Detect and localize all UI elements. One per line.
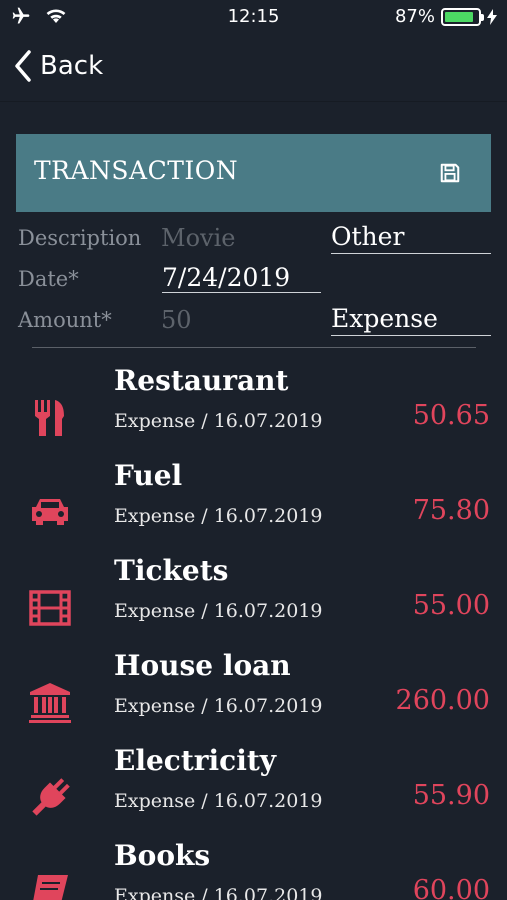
transaction-amount: 260.00 xyxy=(395,685,490,716)
amount-label: Amount* xyxy=(18,308,112,332)
amount-input[interactable]: 50 xyxy=(161,306,192,334)
description-label: Description xyxy=(18,226,142,250)
type-select[interactable]: Expense xyxy=(331,304,491,336)
transaction-meta: Expense / 16.07.2019 xyxy=(114,695,323,717)
film-icon xyxy=(29,590,71,626)
page-title: TRANSACTION xyxy=(34,156,239,185)
transaction-amount: 55.00 xyxy=(412,590,490,621)
restaurant-icon xyxy=(35,400,64,436)
back-label: Back xyxy=(40,51,104,81)
date-label: Date* xyxy=(18,267,79,291)
status-bar: 12:15 87% xyxy=(0,0,507,36)
nav-bar: Back xyxy=(0,36,507,102)
transaction-amount: 55.90 xyxy=(412,780,490,811)
transaction-meta: Expense / 16.07.2019 xyxy=(114,410,323,432)
amount-row: Amount* 50 Expense xyxy=(16,304,491,345)
battery-icon xyxy=(441,7,484,26)
plug-icon xyxy=(32,778,70,816)
date-input[interactable]: 7/24/2019 xyxy=(162,263,321,293)
status-right: 87% xyxy=(395,6,497,27)
category-select[interactable]: Other xyxy=(331,222,491,254)
transaction-meta: Expense / 16.07.2019 xyxy=(114,505,323,527)
list-item[interactable]: Electricity Expense / 16.07.2019 55.90 xyxy=(0,744,507,839)
transaction-meta: Expense / 16.07.2019 xyxy=(114,790,323,812)
transaction-name: Tickets xyxy=(114,554,229,587)
bank-icon xyxy=(29,683,71,723)
transaction-name: Books xyxy=(114,839,211,872)
form-divider xyxy=(32,347,476,348)
book-icon xyxy=(33,875,68,900)
battery-percent: 87% xyxy=(394,6,435,27)
chevron-left-icon xyxy=(15,50,31,82)
transaction-meta: Expense / 16.07.2019 xyxy=(114,600,323,622)
list-item[interactable]: Fuel Expense / 16.07.2019 75.80 xyxy=(0,459,507,554)
description-row: Description Movie Other xyxy=(16,222,491,263)
list-item[interactable]: House loan Expense / 16.07.2019 260.00 xyxy=(0,649,507,744)
back-button[interactable]: Back xyxy=(14,50,103,82)
transaction-meta: Expense / 16.07.2019 xyxy=(114,885,323,900)
list-item[interactable]: Restaurant Expense / 16.07.2019 50.65 xyxy=(0,364,507,459)
transaction-name: Restaurant xyxy=(114,364,289,397)
transaction-name: House loan xyxy=(114,649,291,682)
save-icon[interactable] xyxy=(439,162,461,184)
transaction-amount: 50.65 xyxy=(412,400,490,431)
car-icon xyxy=(32,499,68,525)
battery-level xyxy=(445,11,473,22)
transaction-amount: 75.80 xyxy=(412,495,490,526)
transaction-name: Fuel xyxy=(114,459,183,492)
charging-bolt-icon xyxy=(487,8,497,25)
date-row: Date* 7/24/2019 xyxy=(16,263,491,304)
transaction-list: Restaurant Expense / 16.07.2019 50.65 Fu… xyxy=(0,364,507,900)
description-input[interactable]: Movie xyxy=(161,224,235,252)
list-item[interactable]: Books Expense / 16.07.2019 60.00 xyxy=(0,839,507,900)
transaction-form: Description Movie Other Date* 7/24/2019 … xyxy=(16,222,491,348)
list-item[interactable]: Tickets Expense / 16.07.2019 55.00 xyxy=(0,554,507,649)
transaction-name: Electricity xyxy=(114,744,277,777)
transaction-header: TRANSACTION xyxy=(16,134,491,212)
transaction-amount: 60.00 xyxy=(412,875,490,900)
